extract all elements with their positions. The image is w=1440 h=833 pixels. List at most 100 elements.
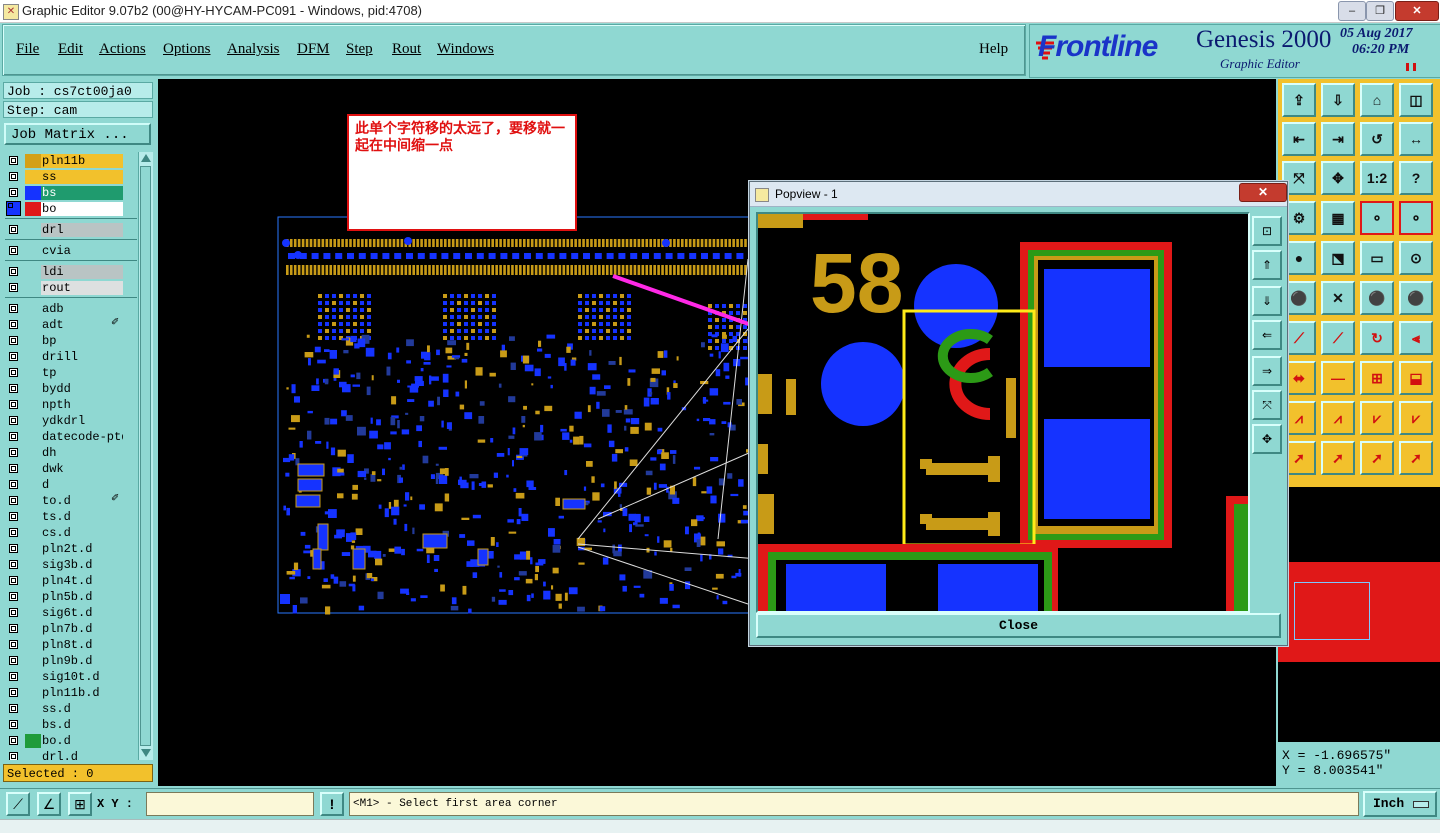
layer-row[interactable]: pln4t.d [5,573,137,589]
tool-arc-down-icon[interactable]: ⩗ [1360,401,1394,435]
layer-checkbox[interactable] [9,512,18,521]
layer-name[interactable]: drl.d [41,750,123,760]
layer-checkbox[interactable] [9,336,18,345]
layer-checkbox[interactable] [9,432,18,441]
layer-name[interactable]: pln9b.d [41,654,123,668]
layer-name[interactable]: cs.d [41,526,123,540]
layer-name[interactable]: bo [41,202,123,216]
layer-checkbox[interactable] [9,608,18,617]
layer-name[interactable]: dwk [41,462,123,476]
layer-name[interactable]: drl [41,223,123,237]
tool-next-icon[interactable]: ⇥ [1321,122,1355,156]
popview-close-button[interactable]: Close [756,613,1281,638]
layer-name[interactable]: pln11b [41,154,123,168]
layer-name[interactable]: sig10t.d [41,670,123,684]
layer-row[interactable]: adb [5,301,137,317]
popview-zoom-view[interactable]: 58 [758,214,1248,611]
tool-measure-alt-icon[interactable]: ⚬ [1399,201,1433,235]
popview-up-icon[interactable]: ⇑ [1252,250,1282,280]
tool-pointer-box-icon[interactable]: ➚ [1321,441,1355,475]
layer-checkbox[interactable] [9,560,18,569]
scroll-up-icon[interactable] [141,154,151,162]
tool-flip-icon[interactable]: ↔ [1399,122,1433,156]
layer-row[interactable]: bo.d [5,733,137,749]
tool-link-icon[interactable]: ⚫ [1360,281,1394,315]
tool-open-icon[interactable]: ⇩ [1321,83,1355,117]
select-area-icon[interactable]: ⟋ [6,792,30,816]
layer-row[interactable]: bp [5,333,137,349]
layer-color-swatch[interactable] [25,170,41,184]
layer-name[interactable]: ss.d [41,702,123,716]
layer-row[interactable]: bydd [5,381,137,397]
layer-name[interactable]: bo.d [41,734,123,748]
tool-grid-icon[interactable]: ▦ [1321,201,1355,235]
tool-measure-icon[interactable]: ⚬ [1360,201,1394,235]
layer-checkbox[interactable] [9,592,18,601]
tool-window-icon[interactable]: ⊞ [1360,361,1394,395]
layer-name[interactable]: ss [41,170,123,184]
layer-name[interactable]: drill [41,350,123,364]
tool-step-icon[interactable]: ⌂ [1360,83,1394,117]
layer-name[interactable]: datecode-ptd [41,430,123,444]
layer-color-swatch[interactable] [25,734,41,748]
menu-options[interactable]: Options [163,41,211,58]
layer-name[interactable]: pln8t.d [41,638,123,652]
layer-checkbox[interactable] [9,736,18,745]
layer-row[interactable]: sig6t.d [5,605,137,621]
tool-cut-icon[interactable]: ✕ [1321,281,1355,315]
layer-row[interactable]: to.d ✐ [5,493,137,509]
layer-name[interactable]: npth [41,398,123,412]
layer-checkbox[interactable] [9,704,18,713]
layer-name[interactable]: ldi [41,265,123,279]
job-matrix-button[interactable]: Job Matrix ... [4,123,151,145]
menu-step[interactable]: Step [346,41,373,58]
tool-home-icon[interactable]: ⇪ [1282,83,1316,117]
layer-checkbox[interactable] [9,640,18,649]
layer-checkbox[interactable] [9,384,18,393]
layer-row[interactable]: d [5,477,137,493]
angle-icon[interactable]: ∠ [37,792,61,816]
minimize-button[interactable]: – [1338,1,1366,21]
layer-checkbox[interactable] [9,188,18,197]
layer-name[interactable]: bs [41,186,123,200]
tool-link-alt-icon[interactable]: ⚫ [1399,281,1433,315]
layer-name[interactable]: pln11b.d [41,686,123,700]
menu-file[interactable]: File [16,41,39,58]
menu-actions[interactable]: Actions [99,41,146,58]
tool-line-icon[interactable]: ⟋ [1321,321,1355,355]
layer-row[interactable]: pln11b.d [5,685,137,701]
layer-color-swatch[interactable] [25,154,41,168]
tool-zoom-pan-icon[interactable]: ✥ [1321,161,1355,195]
layer-row[interactable]: cs.d [5,525,137,541]
tool-point-icon[interactable]: ⊙ [1399,241,1433,275]
layer-row[interactable]: datecode-ptd [5,429,137,445]
popview-left-icon[interactable]: ⇐ [1252,320,1282,350]
layer-checkbox[interactable] [9,528,18,537]
grid-snap-icon[interactable]: ⊞ [68,792,92,816]
layer-checkbox[interactable] [9,752,18,760]
layer-row[interactable]: drl [5,222,137,238]
tool-rotate-icon[interactable]: ↻ [1360,321,1394,355]
popview-titlebar[interactable]: Popview - 1 ✕ [750,182,1287,207]
tool-pointer-net-icon[interactable]: ➚ [1399,441,1433,475]
layer-name[interactable]: pln5b.d [41,590,123,604]
layer-name[interactable]: pln2t.d [41,542,123,556]
tool-fit-icon[interactable]: ◫ [1399,83,1433,117]
layer-checkbox[interactable] [9,656,18,665]
layer-name[interactable]: sig3b.d [41,558,123,572]
layer-row[interactable]: drl.d [5,749,137,760]
scroll-thumb[interactable] [140,166,151,746]
layer-checkbox[interactable] [9,304,18,313]
layer-checkbox[interactable] [9,688,18,697]
layer-color-swatch[interactable] [25,186,41,200]
layer-name[interactable]: d [41,478,123,492]
layer-name[interactable]: tp [41,366,123,380]
menu-edit[interactable]: Edit [58,41,83,58]
layer-scrollbar[interactable] [138,152,153,760]
layer-color-swatch[interactable] [25,202,41,216]
tool-help-icon[interactable]: ? [1399,161,1433,195]
layer-row[interactable]: adt ✐ [5,317,137,333]
layer-checkbox[interactable] [9,172,18,181]
layer-row[interactable]: dwk [5,461,137,477]
layer-checkbox[interactable] [9,464,18,473]
